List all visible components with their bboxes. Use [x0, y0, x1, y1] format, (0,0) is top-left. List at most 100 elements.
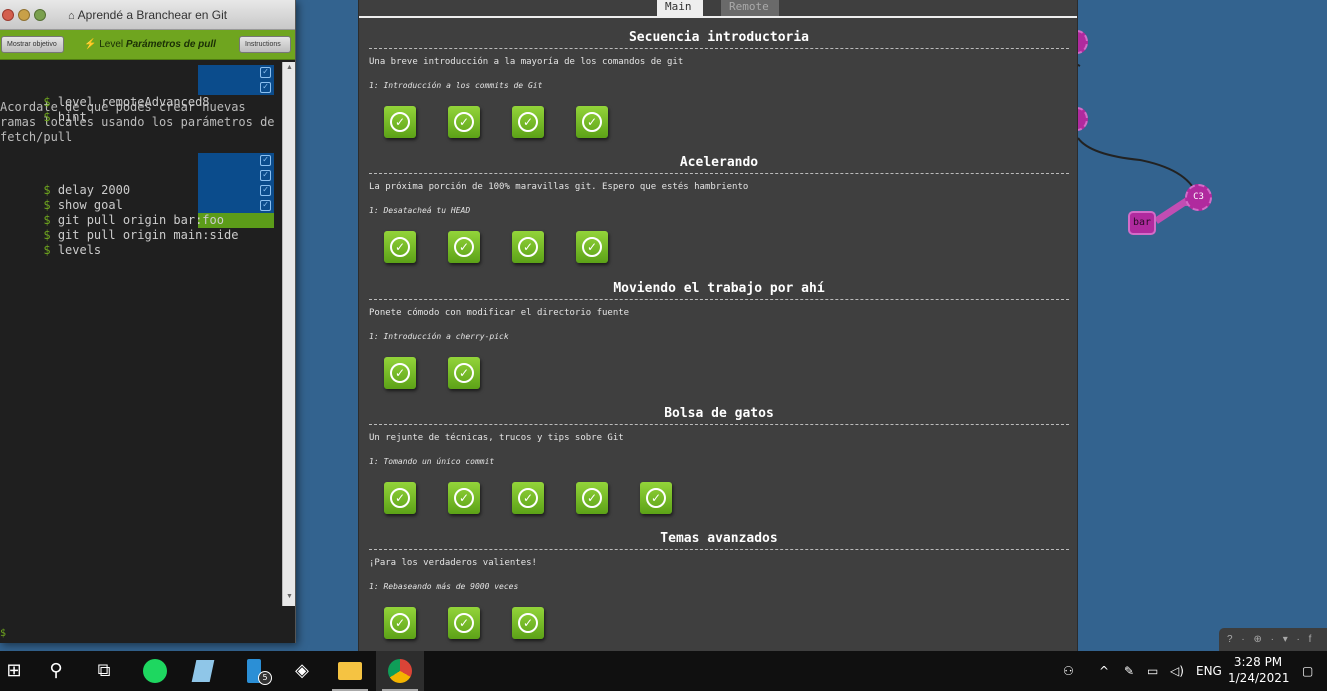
level-section: Bolsa de gatos Un rejunte de técnicas, t… — [369, 406, 1069, 516]
notifications-icon[interactable]: ▢ — [1302, 651, 1313, 691]
level-complete-icon[interactable]: ✓ — [576, 231, 608, 263]
command-text: hint — [57, 110, 87, 124]
level-complete-icon[interactable]: ✓ — [384, 357, 416, 389]
mic-icon[interactable]: ✎ — [1124, 651, 1134, 691]
level-name: Parámetros de pull — [125, 39, 216, 50]
level-section: Moviendo el trabajo por ahí Ponete cómod… — [369, 281, 1069, 391]
bolt-icon: ⚡ — [84, 39, 97, 50]
volume-icon[interactable]: ◁) — [1170, 651, 1184, 691]
level-section: Temas avanzados ¡Para los verdaderos val… — [369, 531, 1069, 641]
level-complete-icon[interactable]: ✓ — [512, 106, 544, 138]
command-line[interactable]: ✓ $ hint — [0, 80, 274, 124]
tray-chevron-icon[interactable]: ^ — [1099, 651, 1109, 691]
notification-badge: 5 — [258, 671, 272, 685]
terminal-scrollbar[interactable]: ▲ ▼ — [282, 62, 295, 606]
level-complete-icon[interactable]: ✓ — [448, 106, 480, 138]
close-button[interactable] — [2, 9, 14, 21]
notes-icon[interactable] — [189, 657, 217, 685]
show-goal-button[interactable]: Mostrar objetivo — [1, 36, 64, 53]
window-titlebar[interactable]: ⌂ Aprendé a Branchear en Git — [0, 0, 295, 30]
level-complete-icon[interactable]: ✓ — [384, 482, 416, 514]
checkbox-icon: ✓ — [260, 82, 271, 93]
level-complete-icon[interactable]: ✓ — [448, 607, 480, 639]
home-icon: ⌂ — [68, 10, 75, 22]
command-text: git pull origin main:side — [57, 228, 239, 242]
commit-node-c3[interactable]: C3 — [1185, 184, 1212, 211]
chrome-icon[interactable] — [386, 657, 414, 685]
windows-start-icon[interactable]: ⊞ — [0, 657, 28, 685]
search-icon[interactable]: ⚲ — [42, 657, 70, 685]
command-line[interactable]: ✓ $ show goal — [0, 168, 274, 212]
commit-label: C3 — [1193, 192, 1204, 202]
level-complete-icon[interactable]: ✓ — [512, 231, 544, 263]
command-text: levels — [57, 243, 102, 257]
unity-icon[interactable]: ◈ — [288, 657, 316, 685]
checkbox-icon: ✓ — [260, 170, 271, 181]
selected-level-name: 1: Introducción a cherry-pick — [369, 332, 509, 341]
section-title: Temas avanzados — [660, 531, 778, 546]
level-selector-dialog: Main Remote Secuencia introductoria Una … — [358, 0, 1078, 651]
prompt-icon: $ — [43, 95, 58, 109]
section-title: Acelerando — [679, 155, 759, 170]
branch-bar[interactable]: bar — [1128, 211, 1156, 235]
section-divider — [369, 173, 1069, 174]
level-complete-icon[interactable]: ✓ — [448, 231, 480, 263]
prompt-icon: $ — [43, 213, 58, 227]
window-title: ⌂ Aprendé a Branchear en Git — [68, 8, 227, 22]
section-title: Bolsa de gatos — [664, 406, 774, 421]
phone-icon[interactable]: 5 — [240, 657, 272, 685]
branch-arrow — [1154, 197, 1190, 224]
task-view-icon[interactable]: ⧉ — [90, 657, 118, 685]
command-line[interactable]: ✓ $ delay 2000 — [0, 153, 274, 197]
minimize-button[interactable] — [18, 9, 30, 21]
level-complete-icon[interactable]: ✓ — [448, 482, 480, 514]
level-icons: ✓ ✓ ✓ ✓ — [369, 106, 1069, 140]
section-title: Secuencia introductoria — [628, 30, 809, 45]
level-complete-icon[interactable]: ✓ — [384, 106, 416, 138]
terminal-output: ✓ $ level remoteAdvanced8 ✓ $ hint Acord… — [0, 62, 445, 639]
command-line[interactable]: ✓ $ git pull origin main:side — [0, 198, 274, 242]
command-line[interactable]: ✓ $ git pull origin bar:foo — [0, 183, 274, 227]
level-complete-icon[interactable]: ✓ — [384, 607, 416, 639]
command-status-bar: ✓ — [198, 183, 274, 198]
instructions-button[interactable]: Instructions — [239, 36, 291, 53]
command-status-bar: ✓ — [198, 198, 274, 213]
input-prompt[interactable]: $ — [0, 628, 6, 639]
commit-edge — [1077, 137, 1199, 199]
window-title-text: Aprendé a Branchear en Git — [77, 8, 228, 22]
level-complete-icon[interactable]: ✓ — [448, 357, 480, 389]
prompt-icon: $ — [43, 110, 58, 124]
level-complete-icon[interactable]: ✓ — [640, 482, 672, 514]
level-complete-icon[interactable]: ✓ — [576, 482, 608, 514]
section-divider — [369, 48, 1069, 49]
people-icon[interactable]: ⚇ — [1063, 651, 1074, 691]
section-description: La próxima porción de 100% maravillas gi… — [369, 182, 749, 192]
command-status-bar: ✓ — [198, 153, 274, 168]
command-status-bar: ✓ — [198, 65, 274, 80]
selected-level-name: 1: Rebaseando más de 9000 veces — [369, 582, 519, 591]
network-icon[interactable]: ▭ — [1147, 651, 1158, 691]
file-explorer-icon[interactable] — [336, 657, 364, 685]
level-complete-icon[interactable]: ✓ — [576, 106, 608, 138]
tab-main[interactable]: Main — [657, 0, 703, 16]
level-complete-icon[interactable]: ✓ — [512, 607, 544, 639]
level-complete-icon[interactable]: ✓ — [384, 231, 416, 263]
command-status-bar: ✓ — [198, 80, 274, 95]
prompt-icon: $ — [43, 183, 58, 197]
language-indicator[interactable]: ENG — [1196, 651, 1222, 691]
command-status-bar: ✓ — [198, 168, 274, 183]
corner-social-buttons[interactable]: ? · ⊕ · ▾ · f — [1219, 628, 1327, 651]
level-toolbar: Mostrar objetivo ⚡ Level Parámetros de p… — [0, 30, 295, 60]
windows-taskbar: ⊞ ⚲ ⧉ 5 ◈ ⚇ ^ ✎ ▭ ◁) ENG 3:28 PM 1/24/20… — [0, 651, 1327, 691]
tab-remote[interactable]: Remote — [721, 0, 779, 16]
selected-level-name: 1: Introducción a los commits de Git — [369, 81, 543, 90]
level-icons: ✓ ✓ — [369, 357, 1069, 391]
command-line[interactable]: ✓ $ level remoteAdvanced8 — [0, 65, 274, 109]
scroll-down-icon[interactable]: ▼ — [286, 593, 293, 600]
system-clock[interactable]: 3:28 PM 1/24/2021 — [1228, 654, 1290, 686]
level-complete-icon[interactable]: ✓ — [512, 482, 544, 514]
scroll-up-icon[interactable]: ▲ — [286, 64, 293, 71]
section-description: ¡Para los verdaderos valientes! — [369, 558, 537, 568]
spotify-icon[interactable] — [141, 657, 169, 685]
maximize-button[interactable] — [34, 9, 46, 21]
